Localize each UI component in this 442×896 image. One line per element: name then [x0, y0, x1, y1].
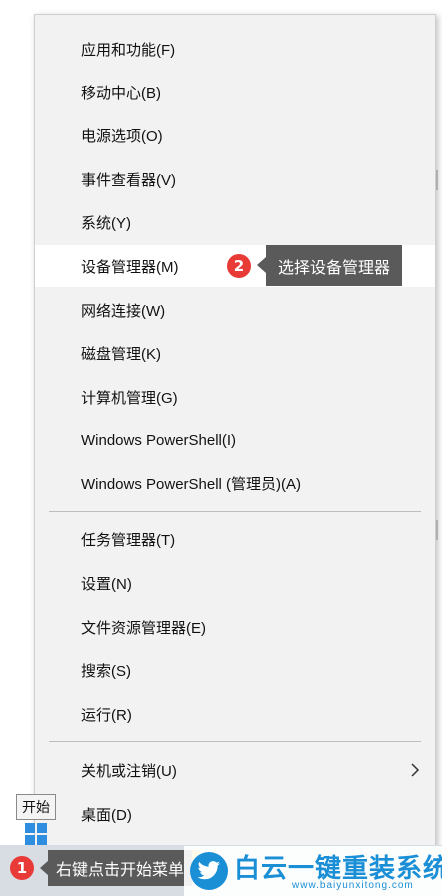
menu-item-network-connections[interactable]: 网络连接(W) [35, 290, 435, 330]
menu-item-task-manager[interactable]: 任务管理器(T) [35, 519, 435, 559]
menu-item-mobility-center[interactable]: 移动中心(B) [35, 72, 435, 112]
menu-item-powershell[interactable]: Windows PowerShell(I) [35, 420, 435, 460]
menu-item-label: 磁盘管理(K) [81, 345, 161, 363]
menu-divider [49, 741, 421, 742]
menu-item-label: 任务管理器(T) [81, 531, 176, 549]
menu-item-label: Windows PowerShell (管理员)(A) [81, 475, 302, 493]
desktop-left-strip [0, 0, 34, 820]
menu-item-apps-features[interactable]: 应用和功能(F) [35, 29, 435, 69]
menu-item-label: 文件资源管理器(E) [81, 619, 206, 637]
menu-item-label: 搜索(S) [81, 662, 131, 680]
background-window-edge [436, 170, 438, 190]
menu-item-label: 计算机管理(G) [81, 389, 178, 407]
menu-item-powershell-admin[interactable]: Windows PowerShell (管理员)(A) [35, 463, 435, 503]
menu-item-label: Windows PowerShell(I) [81, 431, 237, 449]
step-1-badge: 1 [10, 856, 34, 880]
menu-divider [49, 511, 421, 512]
menu-item-desktop[interactable]: 桌面(D) [35, 794, 435, 834]
windows-start-icon[interactable] [24, 822, 48, 846]
menu-item-label: 关机或注销(U) [81, 762, 177, 780]
menu-item-computer-management[interactable]: 计算机管理(G) [35, 377, 435, 417]
menu-item-shutdown-signout[interactable]: 关机或注销(U) [35, 750, 435, 790]
menu-item-label: 桌面(D) [81, 806, 132, 824]
menu-item-settings[interactable]: 设置(N) [35, 563, 435, 603]
menu-item-system[interactable]: 系统(Y) [35, 202, 435, 242]
menu-item-search[interactable]: 搜索(S) [35, 650, 435, 690]
step-2-callout: 选择设备管理器 [266, 245, 403, 286]
background-window-edge [436, 520, 438, 540]
start-tooltip: 开始 [16, 794, 56, 820]
winx-context-menu: 应用和功能(F) 移动中心(B) 电源选项(O) 事件查看器(V) 系统(Y) … [34, 14, 436, 846]
site-watermark: 白云一键重装系统 www.baiyunxitong.com [184, 846, 442, 896]
bird-logo-icon [190, 852, 228, 890]
menu-item-disk-management[interactable]: 磁盘管理(K) [35, 333, 435, 373]
menu-item-label: 设备管理器(M) [81, 258, 179, 276]
menu-item-label: 电源选项(O) [81, 127, 163, 145]
step-1-callout: 右键点击开始菜单 [48, 850, 193, 886]
chevron-right-icon [411, 763, 420, 777]
menu-item-label: 网络连接(W) [81, 302, 166, 320]
callout-arrow [257, 257, 266, 273]
menu-item-label: 运行(R) [81, 706, 132, 724]
menu-item-run[interactable]: 运行(R) [35, 694, 435, 734]
menu-item-label: 应用和功能(F) [81, 41, 176, 59]
menu-item-label: 移动中心(B) [81, 84, 161, 102]
menu-item-label: 设置(N) [81, 575, 132, 593]
menu-item-power-options[interactable]: 电源选项(O) [35, 115, 435, 155]
menu-item-label: 事件查看器(V) [81, 171, 176, 189]
watermark-url: www.baiyunxitong.com [292, 880, 414, 891]
step-2-badge: 2 [227, 254, 251, 278]
menu-item-label: 系统(Y) [81, 214, 131, 232]
menu-item-file-explorer[interactable]: 文件资源管理器(E) [35, 607, 435, 647]
menu-item-event-viewer[interactable]: 事件查看器(V) [35, 159, 435, 199]
